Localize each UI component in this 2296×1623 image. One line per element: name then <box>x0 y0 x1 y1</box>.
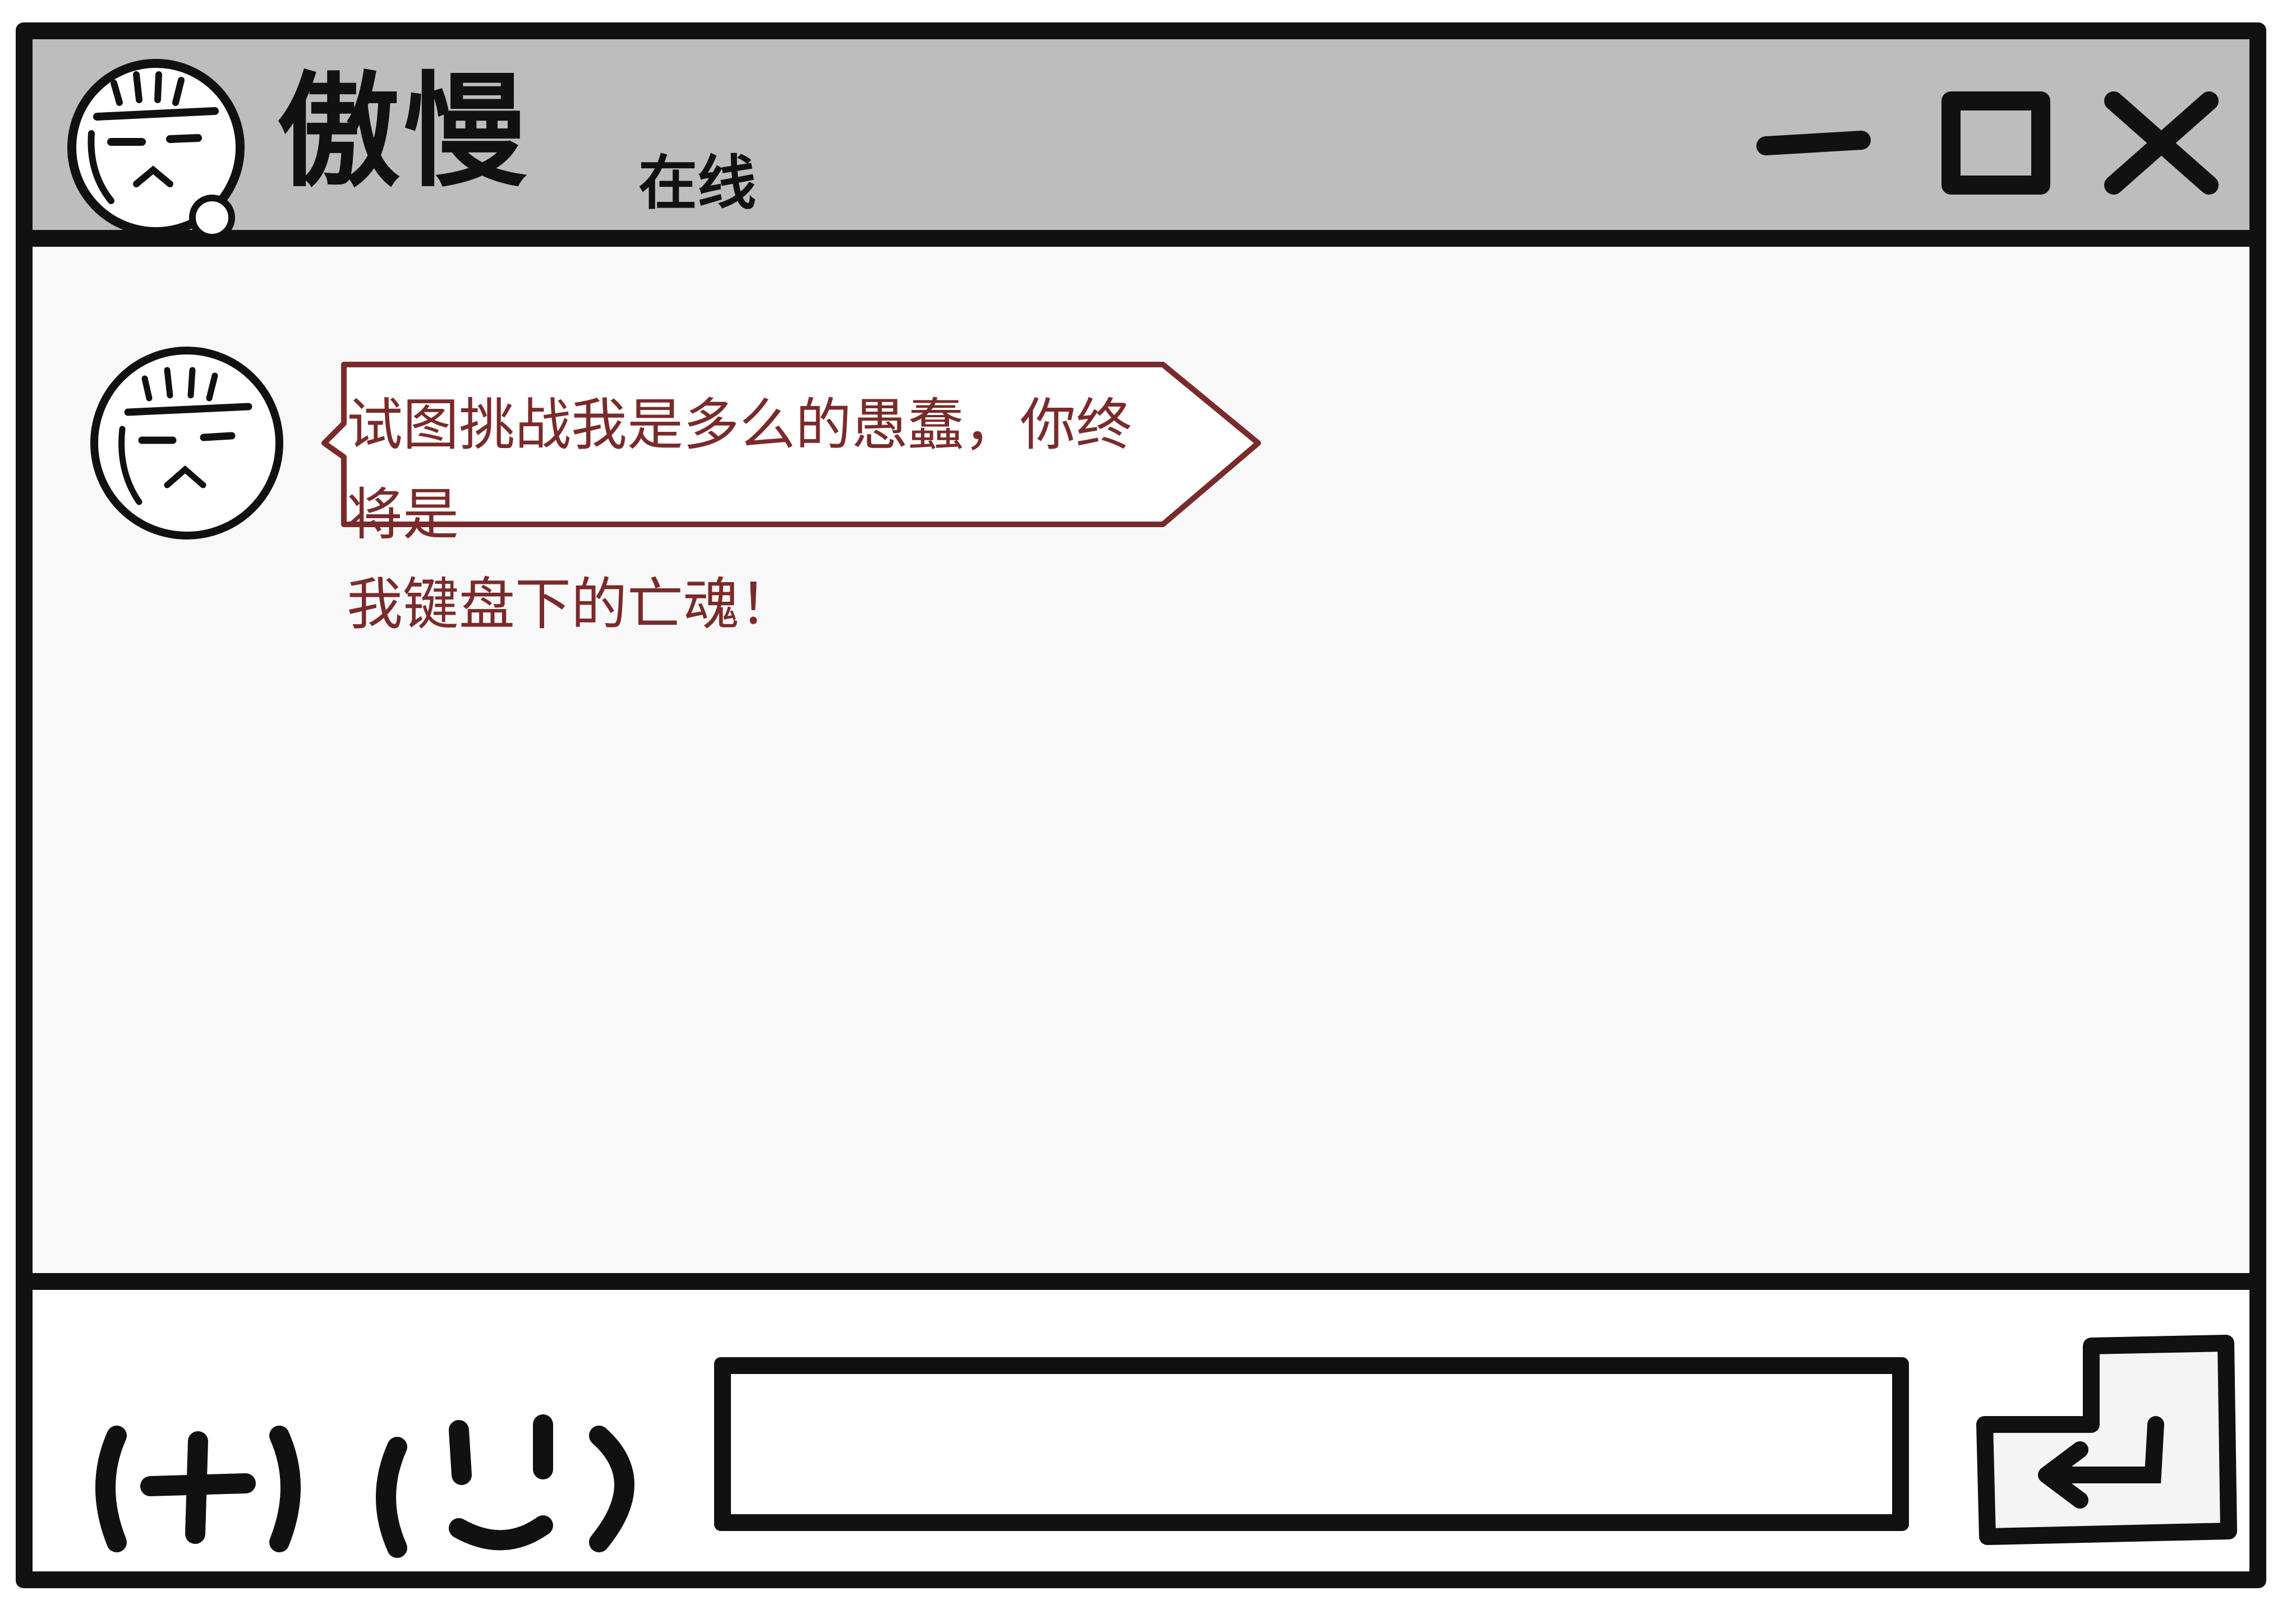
send-button[interactable] <box>1962 1329 2254 1570</box>
message-area[interactable]: 试图挑战我是多么的愚蠢，你终将是 我键盘下的亡魂！ <box>33 247 2249 1290</box>
enter-arrow-icon <box>1976 1335 2237 1545</box>
minimize-button[interactable] <box>1749 84 1878 202</box>
maximize-button[interactable] <box>1929 84 2058 202</box>
maximize-icon <box>1941 91 2050 195</box>
plus-icon <box>95 1426 301 1552</box>
smiley-icon <box>376 1414 634 1558</box>
add-attachment-button[interactable] <box>83 1402 313 1570</box>
close-button[interactable] <box>2097 84 2226 202</box>
emoji-button[interactable] <box>358 1385 672 1576</box>
contact-name: 傲慢 <box>277 60 531 204</box>
title-bar: 傲慢 在线 <box>33 39 2249 247</box>
online-status: 在线 <box>638 149 757 218</box>
chat-window: 傲慢 在线 试图挑战我是多么的愚蠢，你终将是 我键盘下的亡魂！ <box>16 22 2266 1588</box>
contact-avatar[interactable] <box>58 49 254 246</box>
grumpy-face-icon <box>90 347 283 540</box>
close-icon <box>2104 91 2219 195</box>
message-input[interactable] <box>714 1357 1909 1531</box>
input-bar <box>33 1290 2249 1571</box>
message-text: 试图挑战我是多么的愚蠢，你终将是 我键盘下的亡魂！ <box>347 392 1132 637</box>
minimize-icon <box>1756 131 1871 155</box>
grumpy-face-icon <box>67 59 245 241</box>
sender-avatar[interactable] <box>83 339 291 547</box>
